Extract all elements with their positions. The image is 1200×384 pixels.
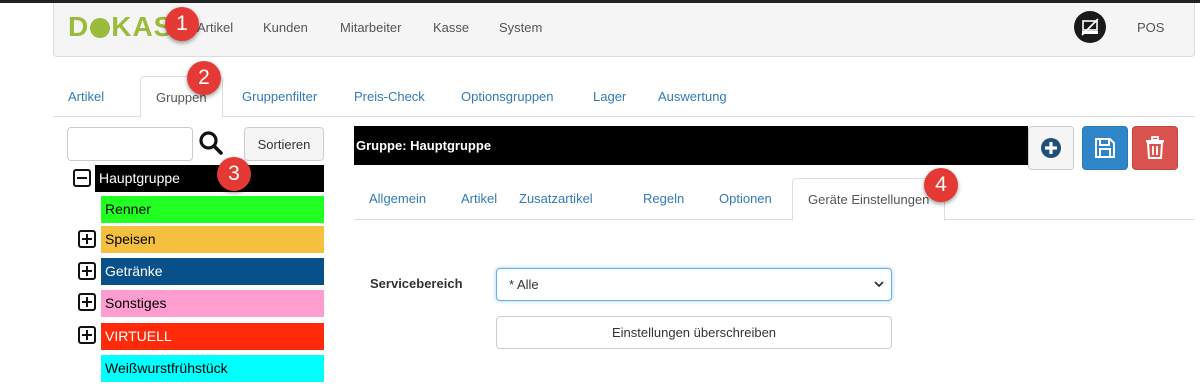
sort-button[interactable]: Sortieren	[244, 127, 324, 161]
tree-item-hauptgruppe[interactable]: Hauptgruppe	[95, 165, 324, 192]
pos-label[interactable]: POS	[1137, 20, 1164, 35]
tree-item-weisswurstfruehstueck[interactable]: Weißwurstfrühstück	[101, 355, 324, 382]
tree-item-speisen[interactable]: Speisen	[101, 226, 324, 253]
tab-optionsgruppen[interactable]: Optionsgruppen	[446, 76, 569, 117]
nav-system[interactable]: System	[499, 20, 542, 35]
tree-item-getraenke[interactable]: Getränke	[101, 258, 324, 285]
expand-icon[interactable]	[78, 293, 96, 311]
group-subtabs: Allgemein Artikel Zusatzartikel Regeln O…	[354, 178, 1194, 221]
subtab-regeln[interactable]: Regeln	[628, 178, 699, 220]
nav-kasse[interactable]: Kasse	[433, 20, 469, 35]
callout-badge-4: 4	[924, 168, 958, 202]
dikas-logo[interactable]: D KAS	[68, 11, 173, 43]
tab-gruppenfilter[interactable]: Gruppenfilter	[227, 76, 332, 117]
group-title-bar: Gruppe: Hauptgruppe	[354, 126, 1028, 165]
tab-preis-check[interactable]: Preis-Check	[339, 76, 440, 117]
servicebereich-label: Servicebereich	[370, 276, 463, 291]
collapse-icon[interactable]	[73, 169, 91, 187]
subtab-optionen[interactable]: Optionen	[704, 178, 787, 220]
pos-terminal-icon[interactable]	[1074, 11, 1106, 43]
tree-item-sonstiges[interactable]: Sonstiges	[101, 290, 324, 317]
trash-icon	[1146, 136, 1164, 159]
save-button[interactable]	[1082, 126, 1128, 170]
expand-icon[interactable]	[78, 326, 96, 344]
tab-auswertung[interactable]: Auswertung	[643, 76, 742, 117]
tab-lager[interactable]: Lager	[578, 76, 641, 117]
expand-icon[interactable]	[78, 230, 96, 248]
subtab-geraete-einstellungen[interactable]: Geräte Einstellungen	[792, 178, 946, 221]
tree-item-virtuell[interactable]: VIRTUELL	[101, 323, 324, 350]
servicebereich-value: * Alle	[509, 277, 539, 292]
plus-circle-icon	[1041, 138, 1061, 158]
group-search-input[interactable]	[67, 127, 193, 161]
nav-mitarbeiter[interactable]: Mitarbeiter	[340, 20, 401, 35]
delete-button[interactable]	[1132, 126, 1178, 170]
callout-badge-1: 1	[165, 7, 199, 41]
callout-badge-2: 2	[187, 61, 221, 95]
tree-item-renner[interactable]: Renner	[101, 196, 324, 223]
subtab-artikel[interactable]: Artikel	[446, 178, 512, 220]
subtab-allgemein[interactable]: Allgemein	[354, 178, 441, 220]
callout-badge-3: 3	[217, 157, 251, 191]
nav-kunden[interactable]: Kunden	[263, 20, 308, 35]
nav-artikel[interactable]: Artikel	[197, 20, 233, 35]
tab-artikel[interactable]: Artikel	[53, 76, 119, 117]
subtab-zusatzartikel[interactable]: Zusatzartikel	[504, 178, 608, 220]
expand-icon[interactable]	[78, 262, 96, 280]
save-icon	[1095, 138, 1115, 158]
add-group-button[interactable]	[1028, 126, 1074, 170]
servicebereich-select[interactable]: * Alle	[496, 268, 892, 301]
chevron-down-icon	[874, 281, 884, 288]
main-tabs: Artikel Gruppen Gruppenfilter Preis-Chec…	[53, 76, 1195, 118]
top-navbar: D KAS Artikel Kunden Mitarbeiter Kasse Sy…	[53, 3, 1195, 57]
search-icon[interactable]	[198, 130, 224, 156]
overwrite-settings-button[interactable]: Einstellungen überschreiben	[496, 316, 892, 349]
